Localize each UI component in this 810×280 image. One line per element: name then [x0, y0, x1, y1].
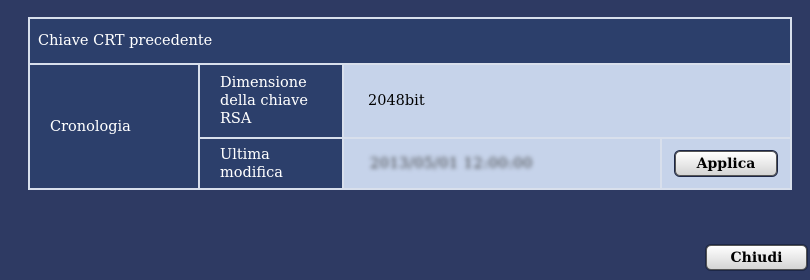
last-modified-label-cell: Ultima modifica — [200, 139, 342, 188]
apply-button[interactable]: Applica — [675, 151, 777, 176]
rsa-key-size-label: Dimensione della chiave RSA — [220, 75, 308, 127]
last-modified-value: 2013/05/01 12:00:00 — [370, 155, 533, 172]
rsa-key-size-label-cell: Dimensione della chiave RSA — [200, 65, 342, 137]
section-title: Chiave CRT precedente — [30, 19, 790, 63]
last-modified-value-cell: 2013/05/01 12:00:00 — [344, 139, 660, 188]
section-title-text: Chiave CRT precedente — [38, 33, 213, 49]
last-modified-label: Ultima modifica — [220, 146, 283, 181]
history-label-cell: Cronologia — [30, 65, 198, 188]
close-button[interactable]: Chiudi — [706, 245, 807, 270]
rsa-key-size-value: 2048bit — [368, 93, 425, 109]
apply-cell: Applica — [662, 139, 790, 188]
rsa-key-size-value-cell: 2048bit — [344, 65, 790, 137]
history-label: Cronologia — [50, 118, 131, 135]
